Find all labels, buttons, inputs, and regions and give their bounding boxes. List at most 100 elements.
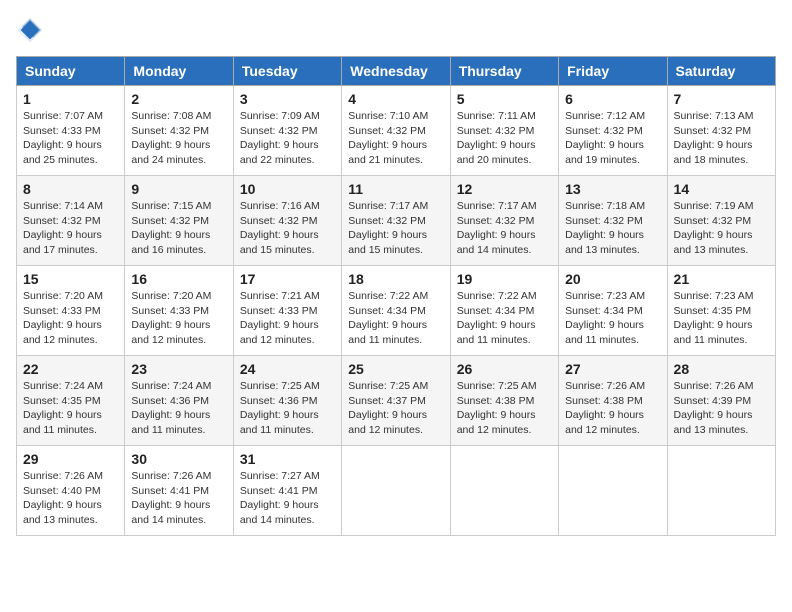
calendar-cell: 18 Sunrise: 7:22 AMSunset: 4:34 PMDayligh… [342,266,450,356]
calendar-cell: 17Sunrise: 7:21 AMSunset: 4:33 PMDayligh… [233,266,341,356]
day-info: Sunrise: 7:24 AMSunset: 4:35 PMDaylight:… [23,379,118,438]
logo-icon [16,16,44,44]
day-number: 15 [23,271,118,287]
calendar-cell: 10 Sunrise: 7:16 AMSunset: 4:32 PMDayligh… [233,176,341,266]
day-info: Sunrise: 7:15 AMSunset: 4:32 PMDaylight:… [131,199,226,258]
calendar-cell: 24 Sunrise: 7:25 AMSunset: 4:36 PMDayligh… [233,356,341,446]
day-info: Sunrise: 7:11 AMSunset: 4:32 PMDaylight:… [457,109,552,168]
col-header-wednesday: Wednesday [342,57,450,86]
day-number: 23 [131,361,226,377]
day-number: 19 [457,271,552,287]
day-info: Sunrise: 7:09 AMSunset: 4:32 PMDaylight:… [240,109,335,168]
day-number: 12 [457,181,552,197]
day-info: Sunrise: 7:25 AMSunset: 4:36 PMDaylight:… [240,379,335,438]
day-info: Sunrise: 7:17 AMSunset: 4:32 PMDaylight:… [348,199,443,258]
day-info: Sunrise: 7:13 AMSunset: 4:32 PMDaylight:… [674,109,769,168]
day-number: 21 [674,271,769,287]
day-number: 30 [131,451,226,467]
day-info: Sunrise: 7:16 AMSunset: 4:32 PMDaylight:… [240,199,335,258]
calendar-cell: 31Sunrise: 7:27 AMSunset: 4:41 PMDayligh… [233,446,341,536]
day-number: 6 [565,91,660,107]
calendar-cell: 3 Sunrise: 7:09 AMSunset: 4:32 PMDaylight… [233,86,341,176]
day-number: 9 [131,181,226,197]
day-info: Sunrise: 7:18 AMSunset: 4:32 PMDaylight:… [565,199,660,258]
calendar-week-row: 29 Sunrise: 7:26 AMSunset: 4:40 PMDayligh… [17,446,776,536]
day-info: Sunrise: 7:22 AMSunset: 4:34 PMDaylight:… [457,289,552,348]
col-header-saturday: Saturday [667,57,775,86]
day-info: Sunrise: 7:22 AMSunset: 4:34 PMDaylight:… [348,289,443,348]
calendar-cell: 5 Sunrise: 7:11 AMSunset: 4:32 PMDaylight… [450,86,558,176]
day-number: 10 [240,181,335,197]
calendar-cell [559,446,667,536]
day-info: Sunrise: 7:23 AMSunset: 4:34 PMDaylight:… [565,289,660,348]
calendar-cell: 22 Sunrise: 7:24 AMSunset: 4:35 PMDayligh… [17,356,125,446]
calendar-cell: 26 Sunrise: 7:25 AMSunset: 4:38 PMDayligh… [450,356,558,446]
day-info: Sunrise: 7:20 AMSunset: 4:33 PMDaylight:… [23,289,118,348]
day-info: Sunrise: 7:27 AMSunset: 4:41 PMDaylight:… [240,469,335,528]
calendar-cell: 16Sunrise: 7:20 AMSunset: 4:33 PMDayligh… [125,266,233,356]
calendar-header-row: SundayMondayTuesdayWednesdayThursdayFrid… [17,57,776,86]
day-info: Sunrise: 7:10 AMSunset: 4:32 PMDaylight:… [348,109,443,168]
calendar-cell: 13 Sunrise: 7:18 AMSunset: 4:32 PMDayligh… [559,176,667,266]
day-number: 22 [23,361,118,377]
calendar-cell: 11Sunrise: 7:17 AMSunset: 4:32 PMDayligh… [342,176,450,266]
calendar-cell: 20 Sunrise: 7:23 AMSunset: 4:34 PMDayligh… [559,266,667,356]
day-info: Sunrise: 7:26 AMSunset: 4:38 PMDaylight:… [565,379,660,438]
calendar-cell: 7 Sunrise: 7:13 AMSunset: 4:32 PMDaylight… [667,86,775,176]
day-number: 13 [565,181,660,197]
day-number: 25 [348,361,443,377]
day-number: 7 [674,91,769,107]
day-info: Sunrise: 7:23 AMSunset: 4:35 PMDaylight:… [674,289,769,348]
day-number: 20 [565,271,660,287]
day-number: 8 [23,181,118,197]
calendar-cell: 25 Sunrise: 7:25 AMSunset: 4:37 PMDayligh… [342,356,450,446]
calendar-table: SundayMondayTuesdayWednesdayThursdayFrid… [16,56,776,536]
calendar-cell: 30 Sunrise: 7:26 AMSunset: 4:41 PMDayligh… [125,446,233,536]
day-info: Sunrise: 7:21 AMSunset: 4:33 PMDaylight:… [240,289,335,348]
day-info: Sunrise: 7:20 AMSunset: 4:33 PMDaylight:… [131,289,226,348]
day-info: Sunrise: 7:17 AMSunset: 4:32 PMDaylight:… [457,199,552,258]
calendar-cell: 9 Sunrise: 7:15 AMSunset: 4:32 PMDaylight… [125,176,233,266]
calendar-cell: 8Sunrise: 7:14 AMSunset: 4:32 PMDaylight… [17,176,125,266]
calendar-week-row: 15 Sunrise: 7:20 AMSunset: 4:33 PMDayligh… [17,266,776,356]
day-info: Sunrise: 7:12 AMSunset: 4:32 PMDaylight:… [565,109,660,168]
calendar-cell [450,446,558,536]
day-number: 27 [565,361,660,377]
calendar-week-row: 22 Sunrise: 7:24 AMSunset: 4:35 PMDayligh… [17,356,776,446]
calendar-cell: 29 Sunrise: 7:26 AMSunset: 4:40 PMDayligh… [17,446,125,536]
calendar-cell: 4 Sunrise: 7:10 AMSunset: 4:32 PMDaylight… [342,86,450,176]
day-number: 26 [457,361,552,377]
col-header-friday: Friday [559,57,667,86]
calendar-cell: 21 Sunrise: 7:23 AMSunset: 4:35 PMDayligh… [667,266,775,356]
day-info: Sunrise: 7:25 AMSunset: 4:37 PMDaylight:… [348,379,443,438]
day-info: Sunrise: 7:25 AMSunset: 4:38 PMDaylight:… [457,379,552,438]
col-header-sunday: Sunday [17,57,125,86]
day-number: 29 [23,451,118,467]
col-header-thursday: Thursday [450,57,558,86]
day-number: 24 [240,361,335,377]
day-number: 4 [348,91,443,107]
calendar-cell: 2Sunrise: 7:08 AMSunset: 4:32 PMDaylight… [125,86,233,176]
day-number: 3 [240,91,335,107]
calendar-cell: 23Sunrise: 7:24 AMSunset: 4:36 PMDayligh… [125,356,233,446]
calendar-cell: 15 Sunrise: 7:20 AMSunset: 4:33 PMDayligh… [17,266,125,356]
day-info: Sunrise: 7:26 AMSunset: 4:39 PMDaylight:… [674,379,769,438]
day-number: 18 [348,271,443,287]
col-header-tuesday: Tuesday [233,57,341,86]
calendar-cell: 28Sunrise: 7:26 AMSunset: 4:39 PMDayligh… [667,356,775,446]
day-info: Sunrise: 7:26 AMSunset: 4:40 PMDaylight:… [23,469,118,528]
calendar-cell [342,446,450,536]
day-info: Sunrise: 7:19 AMSunset: 4:32 PMDaylight:… [674,199,769,258]
calendar-cell: 19 Sunrise: 7:22 AMSunset: 4:34 PMDayligh… [450,266,558,356]
day-number: 5 [457,91,552,107]
day-info: Sunrise: 7:26 AMSunset: 4:41 PMDaylight:… [131,469,226,528]
page-header [16,16,776,44]
calendar-cell: 1Sunrise: 7:07 AMSunset: 4:33 PMDaylight… [17,86,125,176]
logo [16,16,48,44]
day-number: 1 [23,91,118,107]
calendar-cell: 27 Sunrise: 7:26 AMSunset: 4:38 PMDayligh… [559,356,667,446]
day-info: Sunrise: 7:08 AMSunset: 4:32 PMDaylight:… [131,109,226,168]
day-number: 14 [674,181,769,197]
calendar-cell: 12 Sunrise: 7:17 AMSunset: 4:32 PMDayligh… [450,176,558,266]
calendar-cell [667,446,775,536]
